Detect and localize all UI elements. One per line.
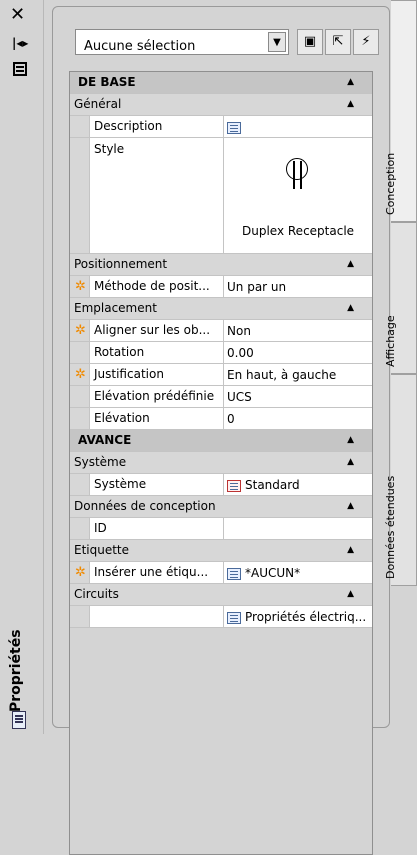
asterisk-icon: ✲ <box>75 565 86 580</box>
section-general[interactable]: Général ▲ <box>70 94 372 116</box>
selection-value: Aucune sélection <box>84 39 196 54</box>
properties-panel: Aucune sélection ▼ ▣ ⇱ ⚡ DE BASE ▲ Génér… <box>52 6 390 855</box>
selection-dropdown[interactable]: Aucune sélection ▼ <box>75 29 289 55</box>
label-icon <box>227 567 241 580</box>
section-positioning[interactable]: Positionnement ▲ <box>70 254 372 276</box>
toggle-pickadd-icon[interactable]: ▣ <box>297 29 323 55</box>
electrical-properties-icon <box>227 611 241 624</box>
collapse-icon[interactable]: ▲ <box>347 540 354 561</box>
properties-menu-icon[interactable] <box>13 62 27 76</box>
property-row-rotation[interactable]: Rotation 0.00 <box>70 342 372 364</box>
property-grid: DE BASE ▲ Général ▲ Description Style Du… <box>69 71 373 855</box>
description-editor-icon[interactable] <box>227 121 241 134</box>
property-row-preset-elevation[interactable]: Elévation prédéfinie UCS <box>70 386 372 408</box>
auto-hide-icon[interactable]: |◂▸ <box>12 36 28 50</box>
collapse-icon[interactable]: ▲ <box>347 72 354 93</box>
property-row-align[interactable]: ✲ Aligner sur les ob... Non <box>70 320 372 342</box>
category-advanced[interactable]: AVANCE ▲ <box>70 430 372 452</box>
style-preview[interactable]: Duplex Receptacle <box>224 138 372 253</box>
property-row-id[interactable]: ID <box>70 518 372 540</box>
section-location[interactable]: Emplacement ▲ <box>70 298 372 320</box>
property-row-placement-method[interactable]: ✲ Méthode de posit... Un par un <box>70 276 372 298</box>
collapse-icon[interactable]: ▲ <box>347 254 354 275</box>
chevron-down-icon[interactable]: ▼ <box>268 32 286 52</box>
tab-conception[interactable]: Conception <box>384 0 417 222</box>
category-base[interactable]: DE BASE ▲ <box>70 72 372 94</box>
section-design-data[interactable]: Données de conception ▲ <box>70 496 372 518</box>
property-row-style[interactable]: Style Duplex Receptacle <box>70 138 372 254</box>
duplex-receptacle-symbol-icon <box>286 158 308 189</box>
property-row-elevation[interactable]: Elévation 0 <box>70 408 372 430</box>
select-objects-icon[interactable]: ⇱ <box>325 29 351 55</box>
palette-icon <box>12 711 26 729</box>
grid-empty-area <box>70 628 372 854</box>
palette-title-strip: ✕ |◂▸ Propriétés <box>0 0 44 734</box>
collapse-icon[interactable]: ▲ <box>347 496 354 517</box>
asterisk-icon: ✲ <box>75 279 86 294</box>
close-icon[interactable]: ✕ <box>10 6 25 24</box>
palette-title: Propriétés <box>8 629 24 712</box>
selection-toolbar: Aucune sélection ▼ ▣ ⇱ ⚡ <box>75 29 379 55</box>
collapse-icon[interactable]: ▲ <box>347 584 354 605</box>
section-system[interactable]: Système ▲ <box>70 452 372 474</box>
property-row-circuits[interactable]: Propriétés électriq... <box>70 606 372 628</box>
asterisk-icon: ✲ <box>75 367 86 382</box>
property-row-system[interactable]: Système Standard <box>70 474 372 496</box>
section-circuits[interactable]: Circuits ▲ <box>70 584 372 606</box>
tab-affichage[interactable]: Affichage <box>384 222 417 374</box>
side-tabs: Conception Affichage Données étendues <box>384 0 417 734</box>
tab-donnees-etendues[interactable]: Données étendues <box>384 374 417 586</box>
collapse-icon[interactable]: ▲ <box>347 298 354 319</box>
collapse-icon[interactable]: ▲ <box>347 452 354 473</box>
collapse-icon[interactable]: ▲ <box>347 430 354 451</box>
collapse-icon[interactable]: ▲ <box>347 94 354 115</box>
section-label[interactable]: Etiquette ▲ <box>70 540 372 562</box>
asterisk-icon: ✲ <box>75 323 86 338</box>
property-row-insert-label[interactable]: ✲ Insérer une étiqu... *AUCUN* <box>70 562 372 584</box>
system-icon <box>227 479 241 492</box>
property-row-description[interactable]: Description <box>70 116 372 138</box>
quick-select-icon[interactable]: ⚡ <box>353 29 379 55</box>
property-row-justification[interactable]: ✲ Justification En haut, à gauche <box>70 364 372 386</box>
